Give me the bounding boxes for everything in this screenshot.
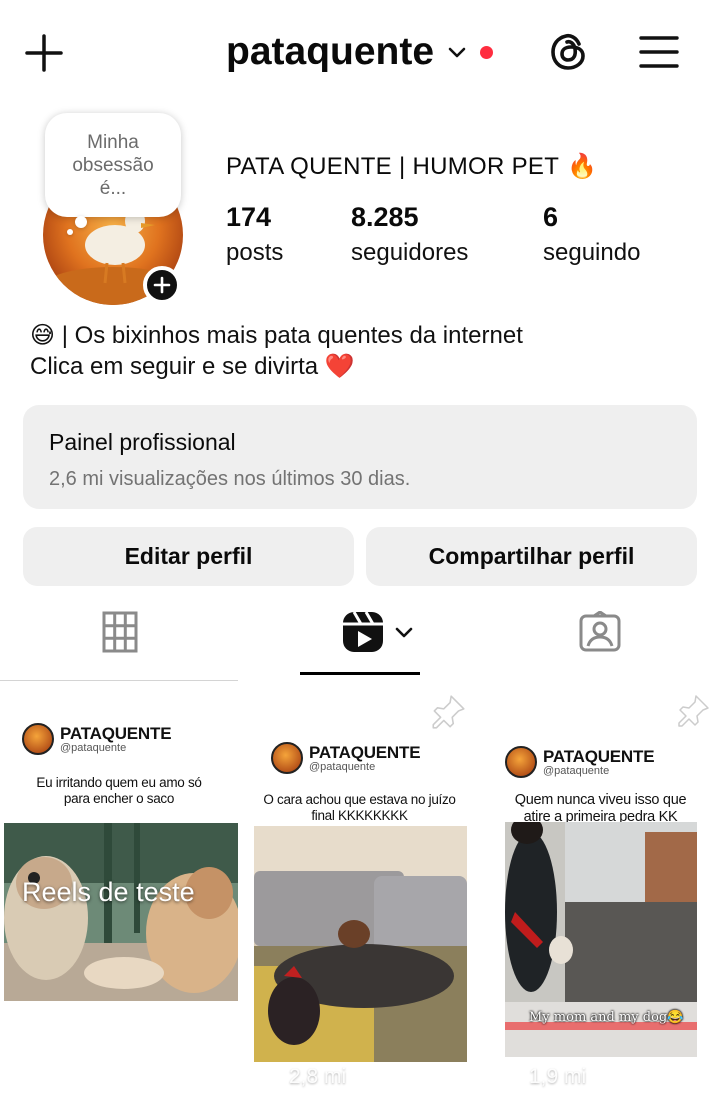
note-bubble-tail: [75, 216, 87, 228]
tab-grid[interactable]: [100, 606, 140, 658]
brand-logo: [22, 723, 54, 755]
note-text-line: obsessão: [72, 154, 154, 176]
bio-line: 😅 | Os bixinhos mais pata quentes da int…: [30, 322, 523, 349]
tile-caption: Quem nunca viveu isso que atire a primei…: [487, 792, 714, 826]
views-counter: 1,9 mi: [495, 1065, 586, 1089]
reels-icon: [343, 611, 383, 652]
hamburger-icon[interactable]: [638, 33, 680, 71]
bio: 😅 | Os bixinhos mais pata quentes da int…: [30, 320, 523, 382]
tab-tagged[interactable]: [578, 606, 622, 658]
edit-profile-button[interactable]: Editar perfil: [23, 527, 354, 586]
tab-reels[interactable]: [338, 606, 418, 658]
display-name: PATA QUENTE | HUMOR PET 🔥: [226, 152, 597, 181]
image-caption: My mom and my dog😂: [529, 1010, 684, 1025]
tile-brand-name: PATAQUENTE: [543, 746, 655, 766]
stat-value: 8.285: [351, 202, 419, 232]
bio-line: Clica em seguir e se divirta ❤️: [30, 353, 355, 380]
reel-thumbnail: [4, 823, 238, 1001]
chevron-down-icon[interactable]: [446, 41, 468, 63]
tile-handle: @pataquente: [60, 741, 127, 754]
stat-following[interactable]: 6 seguindo: [543, 202, 640, 267]
reel-overlay-text: Reels de teste: [22, 877, 195, 907]
chevron-down-icon: [395, 627, 413, 638]
grid-icon: [102, 611, 138, 653]
tile-header: PATAQUENTE @pataquente: [505, 746, 655, 778]
brand-logo: [505, 746, 537, 778]
tile-handle: @pataquente: [309, 760, 376, 773]
fire-emoji: 🔥: [567, 153, 598, 180]
active-tab-indicator: [300, 672, 420, 675]
stat-label: seguindo: [543, 239, 641, 266]
reel-tile[interactable]: PATAQUENTE @pataquente O cara achou que …: [241, 680, 478, 1105]
plus-small-icon: [153, 276, 171, 294]
pin-icon: [678, 695, 709, 727]
notification-dot: [480, 45, 494, 59]
tile-brand-name: PATAQUENTE: [309, 742, 421, 762]
professional-dashboard[interactable]: Painel profissional 2,6 mi visualizações…: [23, 405, 697, 509]
caption-line: O cara achou que estava no juízo: [263, 792, 456, 807]
share-profile-button[interactable]: Compartilhar perfil: [366, 527, 697, 586]
stat-value: 6: [543, 202, 559, 232]
tile-caption: Eu irritando quem eu amo só para encher …: [8, 775, 230, 807]
note-bubble-tail: [67, 229, 73, 235]
views-counter: 2,8 mi: [255, 1065, 346, 1089]
account-switcher[interactable]: pataquente: [226, 28, 494, 76]
tile-handle: @pataquente: [543, 764, 610, 777]
note-text-line: é...: [99, 177, 127, 199]
plus-icon[interactable]: [24, 33, 64, 73]
tile-brand-name: PATAQUENTE: [60, 723, 172, 743]
tagged-icon: [579, 611, 621, 652]
stat-posts[interactable]: 174 posts: [226, 202, 283, 267]
reel-thumbnail: [254, 826, 467, 1062]
brand-logo: [271, 742, 303, 774]
caption-line: para encher o saco: [63, 791, 175, 806]
views-count: 1,9 mi: [529, 1065, 587, 1088]
reel-tile[interactable]: PATAQUENTE @pataquente Eu irritando quem…: [0, 680, 238, 1105]
display-name-text: PATA QUENTE | HUMOR PET: [226, 152, 560, 180]
caption-line: final KKKKKKKK: [311, 808, 408, 823]
views-count: 2,8 mi: [289, 1065, 347, 1088]
tile-header: PATAQUENTE @pataquente: [22, 723, 172, 755]
note-bubble[interactable]: Minha obsessão é...: [45, 113, 181, 217]
stat-label: seguidores: [351, 239, 469, 266]
threads-icon[interactable]: [548, 30, 590, 74]
tile-header: PATAQUENTE @pataquente: [271, 742, 421, 774]
stat-followers[interactable]: 8.285 seguidores: [351, 202, 468, 267]
caption-line: Quem nunca viveu isso que: [514, 792, 687, 808]
stat-value: 174: [226, 202, 272, 232]
username[interactable]: pataquente: [226, 30, 434, 74]
panel-subtitle: 2,6 mi visualizações nos últimos 30 dias…: [49, 468, 411, 490]
pin-icon: [432, 695, 465, 729]
reel-tile[interactable]: PATAQUENTE @pataquente Quem nunca viveu …: [481, 680, 720, 1105]
caption-line: Eu irritando quem eu amo só: [36, 775, 202, 790]
stat-label: posts: [226, 239, 284, 266]
eye-icon: [495, 1070, 521, 1084]
note-text-line: Minha: [87, 131, 139, 153]
add-story-button[interactable]: [143, 266, 181, 304]
tile-caption: O cara achou que estava no juízo final K…: [247, 792, 472, 824]
eye-icon: [255, 1070, 281, 1084]
panel-title: Painel profissional: [49, 429, 236, 455]
